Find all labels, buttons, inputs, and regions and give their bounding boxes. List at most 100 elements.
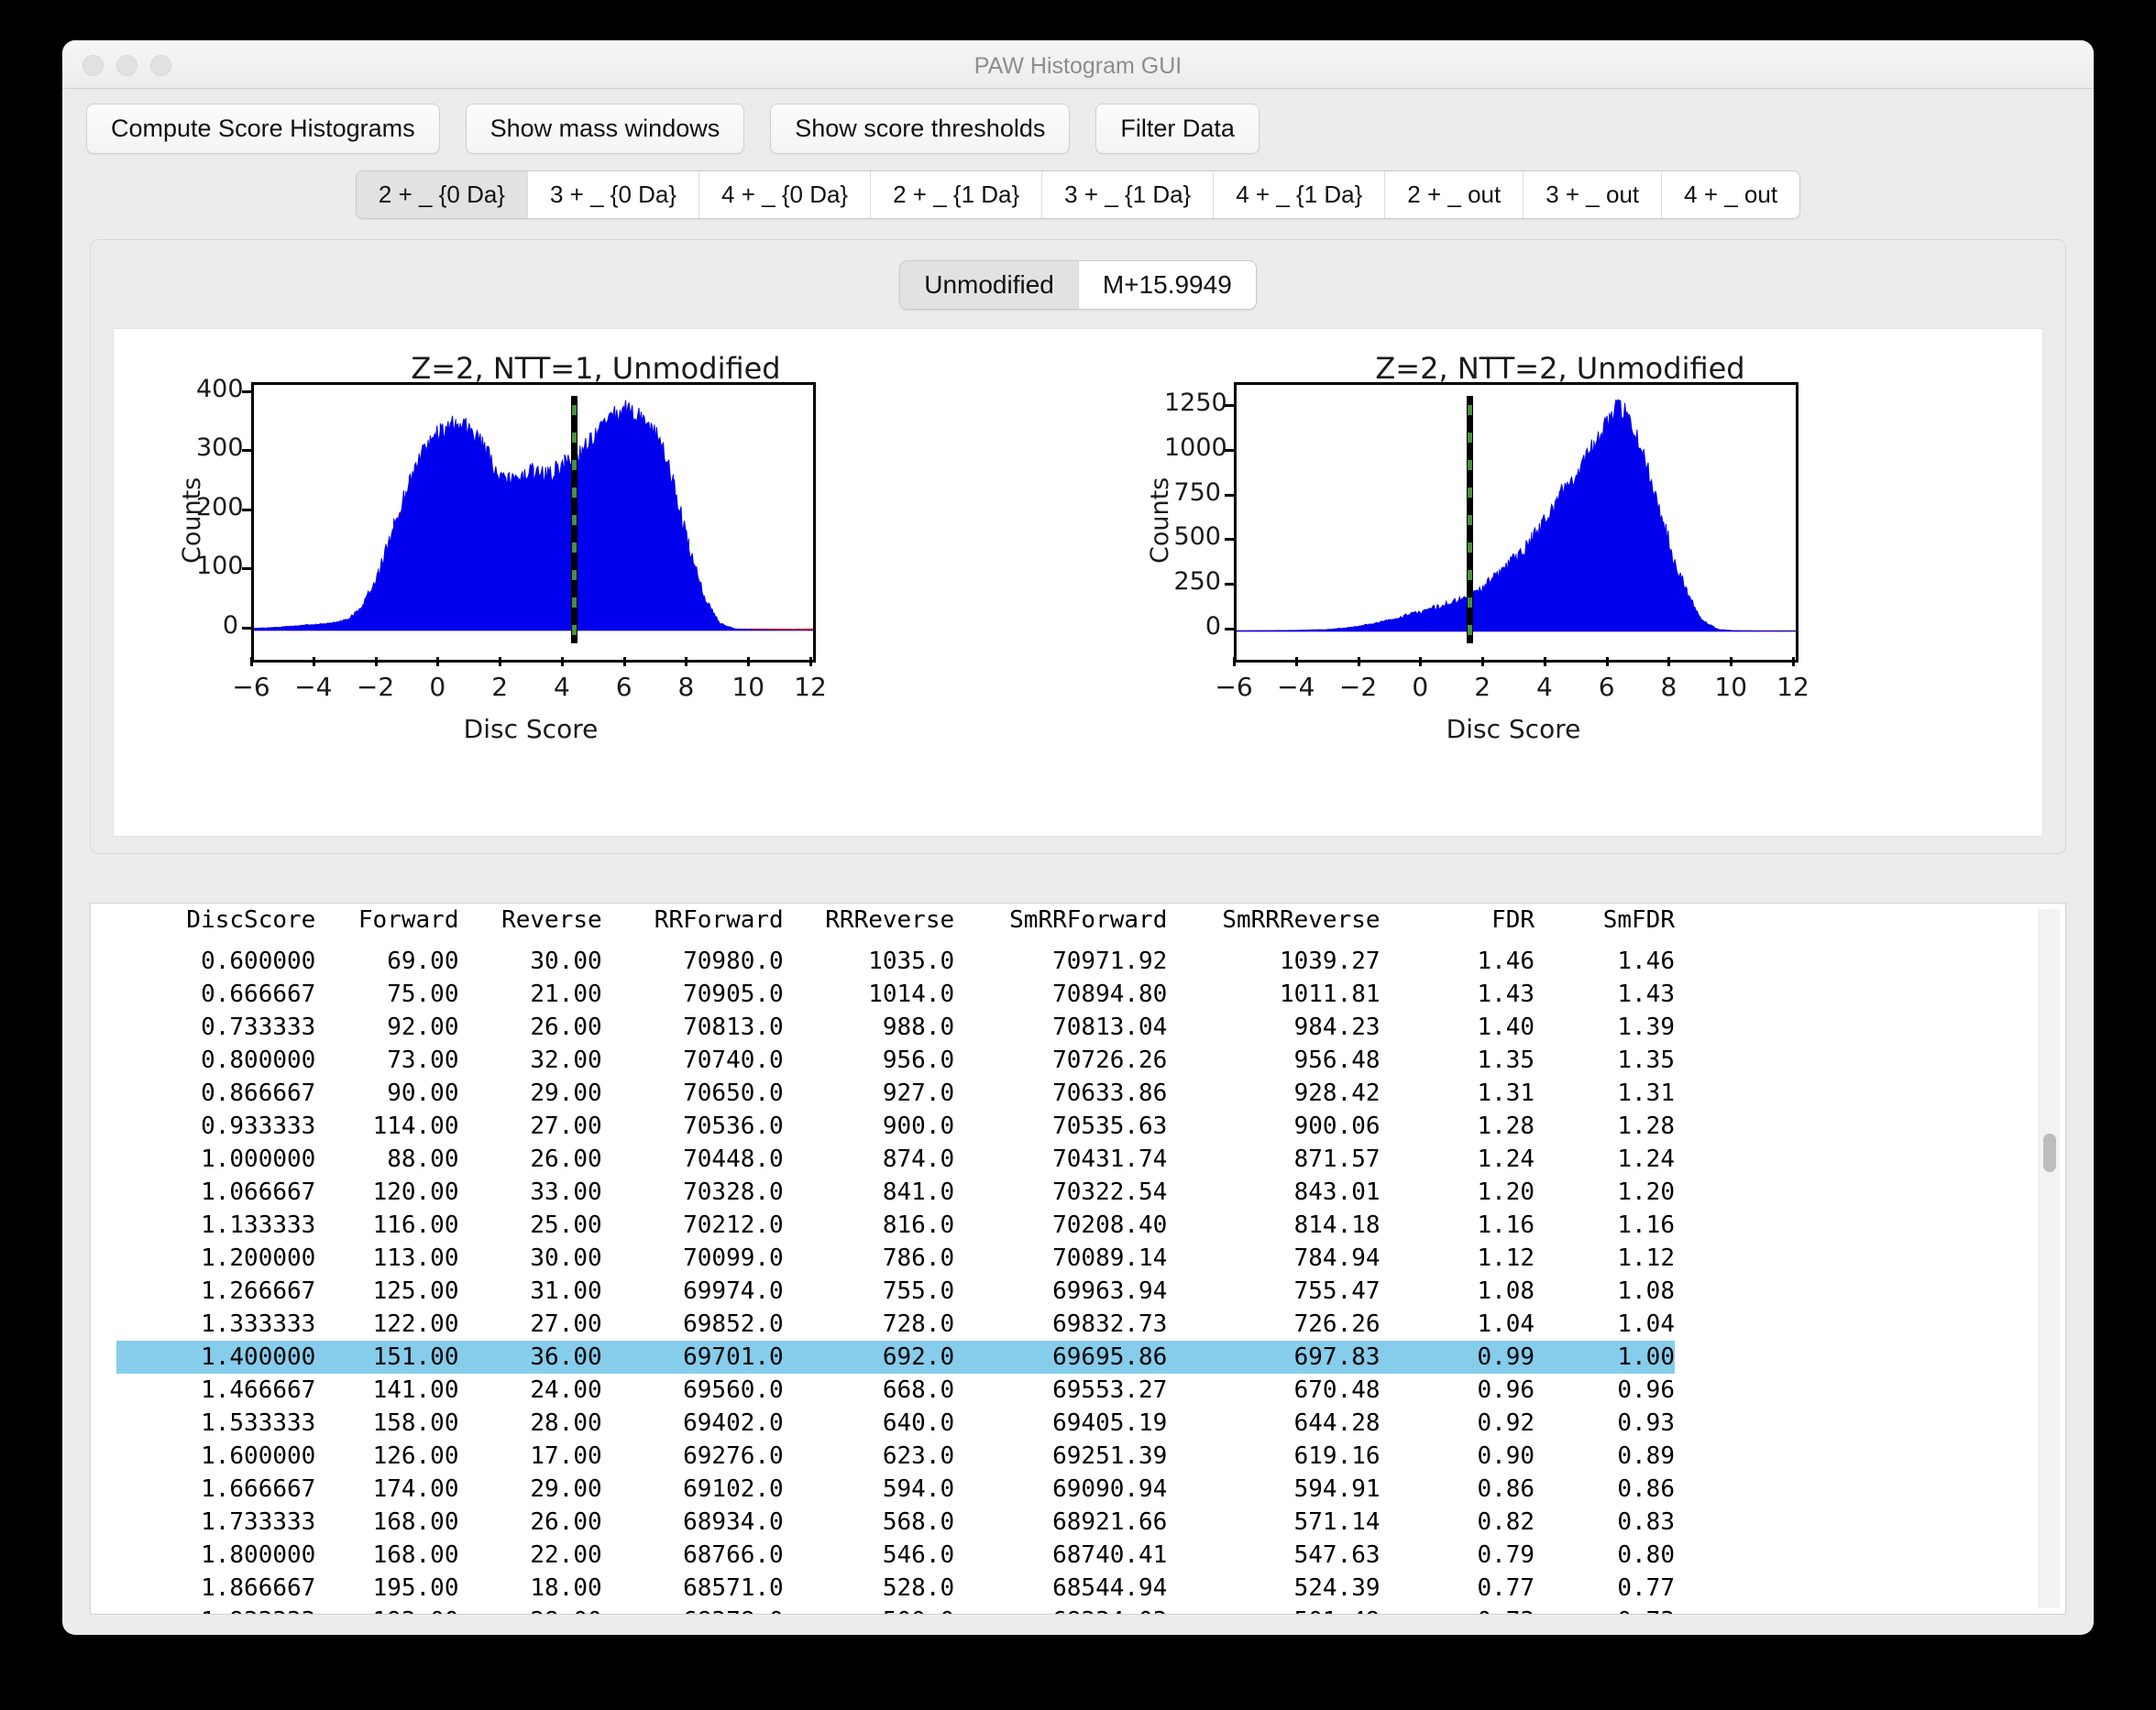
table-row[interactable]: 0.800000 73.00 32.00 70740.0 956.0 70726.26 95…	[116, 1044, 1675, 1077]
cell-rrforward: 70980.0	[683, 948, 784, 975]
cell-discscore: 1.000000	[201, 1145, 316, 1173]
modification-tabs: Unmodified M+15.9949	[91, 240, 2065, 310]
table-row[interactable]: 1.333333 122.00 27.00 69852.0 728.0 69832.73 7…	[116, 1308, 1675, 1341]
tab-3plus-0da[interactable]: 3 + _ {0 Da}	[527, 171, 700, 218]
cell-smfdr: 0.86	[1617, 1475, 1675, 1503]
cell-rrreverse: 988.0	[882, 1014, 955, 1041]
table-row[interactable]: 1.800000 168.00 22.00 68766.0 546.0 68740.41 5…	[116, 1539, 1675, 1572]
cell-rrreverse: 640.0	[882, 1409, 955, 1437]
x-axis-tick-label: 4	[553, 672, 570, 702]
fdr-table-container[interactable]: DiscScore Forward Reverse RRForward RRRe…	[90, 903, 2066, 1615]
cell-forward: 69.00	[387, 948, 459, 975]
plot-area	[1234, 382, 1798, 663]
cell-rrreverse: 816.0	[882, 1211, 955, 1239]
cell-forward: 75.00	[387, 981, 459, 1008]
x-axis-tick-label: 0	[1412, 672, 1429, 702]
y-axis-tick-mark	[1225, 449, 1234, 453]
subtab-unmodified[interactable]: Unmodified	[900, 261, 1079, 309]
col-rrforward: RRForward	[654, 906, 784, 934]
toolbar: Compute Score Histograms Show mass windo…	[62, 89, 2094, 161]
table-row[interactable]: 1.666667 174.00 29.00 69102.0 594.0 69090.94 5…	[116, 1473, 1675, 1506]
table-row[interactable]: 1.733333 168.00 26.00 68934.0 568.0 68921.66 5…	[116, 1506, 1675, 1539]
cell-smrrreverse: 1011.81	[1279, 981, 1380, 1008]
table-row[interactable]: 1.400000 151.00 36.00 69701.0 692.0 69695.86 6…	[116, 1341, 1675, 1374]
table-row[interactable]: 1.266667 125.00 31.00 69974.0 755.0 69963.94 7…	[116, 1275, 1675, 1308]
cell-smfdr: 0.80	[1617, 1541, 1675, 1569]
cell-discscore: 0.600000	[201, 948, 316, 975]
cell-fdr: 1.40	[1477, 1014, 1535, 1041]
cell-rrreverse: 1014.0	[868, 981, 955, 1008]
cell-fdr: 0.79	[1477, 1541, 1535, 1569]
cell-fdr: 1.43	[1477, 981, 1535, 1008]
cell-smrrreverse: 697.83	[1167, 1341, 1380, 1374]
table-row[interactable]: 1.000000 88.00 26.00 70448.0 874.0 70431.74 87…	[116, 1143, 1675, 1176]
tab-2plus-out[interactable]: 2 + _ out	[1385, 171, 1524, 218]
table-row[interactable]: 1.066667 120.00 33.00 70328.0 841.0 70322.54 8…	[116, 1176, 1675, 1209]
cell-smrrreverse: 843.01	[1293, 1178, 1380, 1206]
cell-reverse: 30.00	[530, 948, 602, 975]
cell-reverse: 18.00	[530, 1574, 602, 1602]
cell-smrrreverse: 900.06	[1293, 1113, 1380, 1140]
cell-rrforward: 69560.0	[683, 1376, 784, 1404]
table-row[interactable]: 1.200000 113.00 30.00 70099.0 786.0 70089.14 7…	[116, 1242, 1675, 1275]
cell-fdr: 0.96	[1477, 1376, 1535, 1404]
table-row[interactable]: 1.866667 195.00 18.00 68571.0 528.0 68544.94 5…	[116, 1572, 1675, 1605]
table-row[interactable]: 0.933333 114.00 27.00 70536.0 900.0 70535.63 9…	[116, 1110, 1675, 1143]
tab-3plus-1da[interactable]: 3 + _ {1 Da}	[1042, 171, 1215, 218]
cell-rrreverse: 728.0	[882, 1310, 955, 1338]
cell-discscore: 1.533333	[201, 1409, 316, 1437]
tab-3plus-out[interactable]: 3 + _ out	[1524, 171, 1663, 218]
table-row[interactable]: 0.866667 90.00 29.00 70650.0 927.0 70633.86 92…	[116, 1077, 1675, 1110]
x-axis-tick-mark	[1667, 657, 1671, 666]
table-row[interactable]: 1.933333193.0028.0068378.0500.068334.035…	[116, 1605, 1675, 1614]
cell-discscore: 1.733333	[201, 1508, 316, 1536]
cell-reverse: 22.00	[530, 1541, 602, 1569]
col-reverse: Reverse	[501, 906, 602, 934]
tab-2plus-0da[interactable]: 2 + _ {0 Da}	[356, 171, 528, 218]
cell-reverse: 33.00	[530, 1178, 602, 1206]
cell-smfdr: 0.73	[1534, 1605, 1675, 1614]
table-row[interactable]: 1.466667 141.00 24.00 69560.0 668.0 69553.27 6…	[116, 1374, 1675, 1407]
cell-smrrreverse: 619.16	[1293, 1442, 1380, 1470]
table-scrollbar-thumb[interactable]	[2043, 1134, 2056, 1172]
compute-score-histograms-button[interactable]: Compute Score Histograms	[86, 104, 440, 154]
cell-discscore: 1.866667	[201, 1574, 316, 1602]
cell-rrforward: 69852.0	[683, 1310, 784, 1338]
filter-data-button[interactable]: Filter Data	[1095, 104, 1260, 154]
cell-smrrforward: 68544.94	[1052, 1574, 1168, 1602]
table-row[interactable]: 0.600000 69.00 30.00 70980.0 1035.0 70971.92 1…	[116, 945, 1675, 978]
cell-rrforward: 69402.0	[683, 1409, 784, 1437]
cell-forward: 158.00	[372, 1409, 459, 1437]
show-score-thresholds-button[interactable]: Show score thresholds	[770, 104, 1071, 154]
tab-2plus-1da[interactable]: 2 + _ {1 Da}	[871, 171, 1043, 218]
cell-reverse: 25.00	[530, 1211, 602, 1239]
y-axis-tick-label: 0	[222, 610, 238, 640]
cell-rrforward: 69102.0	[683, 1475, 784, 1503]
x-axis-tick-label: 6	[1598, 672, 1615, 702]
tab-4plus-1da[interactable]: 4 + _ {1 Da}	[1214, 171, 1386, 218]
table-body: 0.600000 69.00 30.00 70980.0 1035.0 70971.92 1…	[116, 945, 1675, 1614]
x-axis-tick-mark	[1481, 657, 1485, 666]
show-mass-windows-button[interactable]: Show mass windows	[465, 104, 745, 154]
cell-smrrreverse: 755.47	[1293, 1277, 1380, 1305]
cell-smrrreverse: 726.26	[1293, 1310, 1380, 1338]
x-axis-tick-label: −6	[1215, 672, 1253, 702]
table-row[interactable]: 0.666667 75.00 21.00 70905.0 1014.0 70894.80 1…	[116, 978, 1675, 1011]
tab-4plus-0da[interactable]: 4 + _ {0 Da}	[699, 171, 872, 218]
col-fdr: FDR	[1491, 906, 1535, 934]
table-row[interactable]: 1.133333 116.00 25.00 70212.0 816.0 70208.40 8…	[116, 1209, 1675, 1242]
cell-reverse: 29.00	[530, 1080, 602, 1107]
cell-rrreverse: 1035.0	[868, 948, 955, 975]
x-axis-tick-label: 12	[1776, 672, 1810, 702]
table-row[interactable]: 0.733333 92.00 26.00 70813.0 988.0 70813.04 98…	[116, 1011, 1675, 1044]
x-axis-label: Disc Score	[1446, 714, 1581, 744]
subtab-m-plus-15-9949[interactable]: M+15.9949	[1078, 261, 1256, 309]
cell-forward: 114.00	[372, 1113, 459, 1140]
cell-rrreverse: 956.0	[882, 1047, 955, 1074]
cell-rrforward: 69276.0	[683, 1442, 784, 1470]
table-row[interactable]: 1.600000 126.00 17.00 69276.0 623.0 69251.39 6…	[116, 1440, 1675, 1473]
y-axis-tick-mark	[1225, 493, 1234, 497]
table-scrollbar[interactable]	[2039, 909, 2060, 1608]
tab-4plus-out[interactable]: 4 + _ out	[1662, 171, 1800, 218]
table-row[interactable]: 1.533333 158.00 28.00 69402.0 640.0 69405.19 6…	[116, 1407, 1675, 1440]
